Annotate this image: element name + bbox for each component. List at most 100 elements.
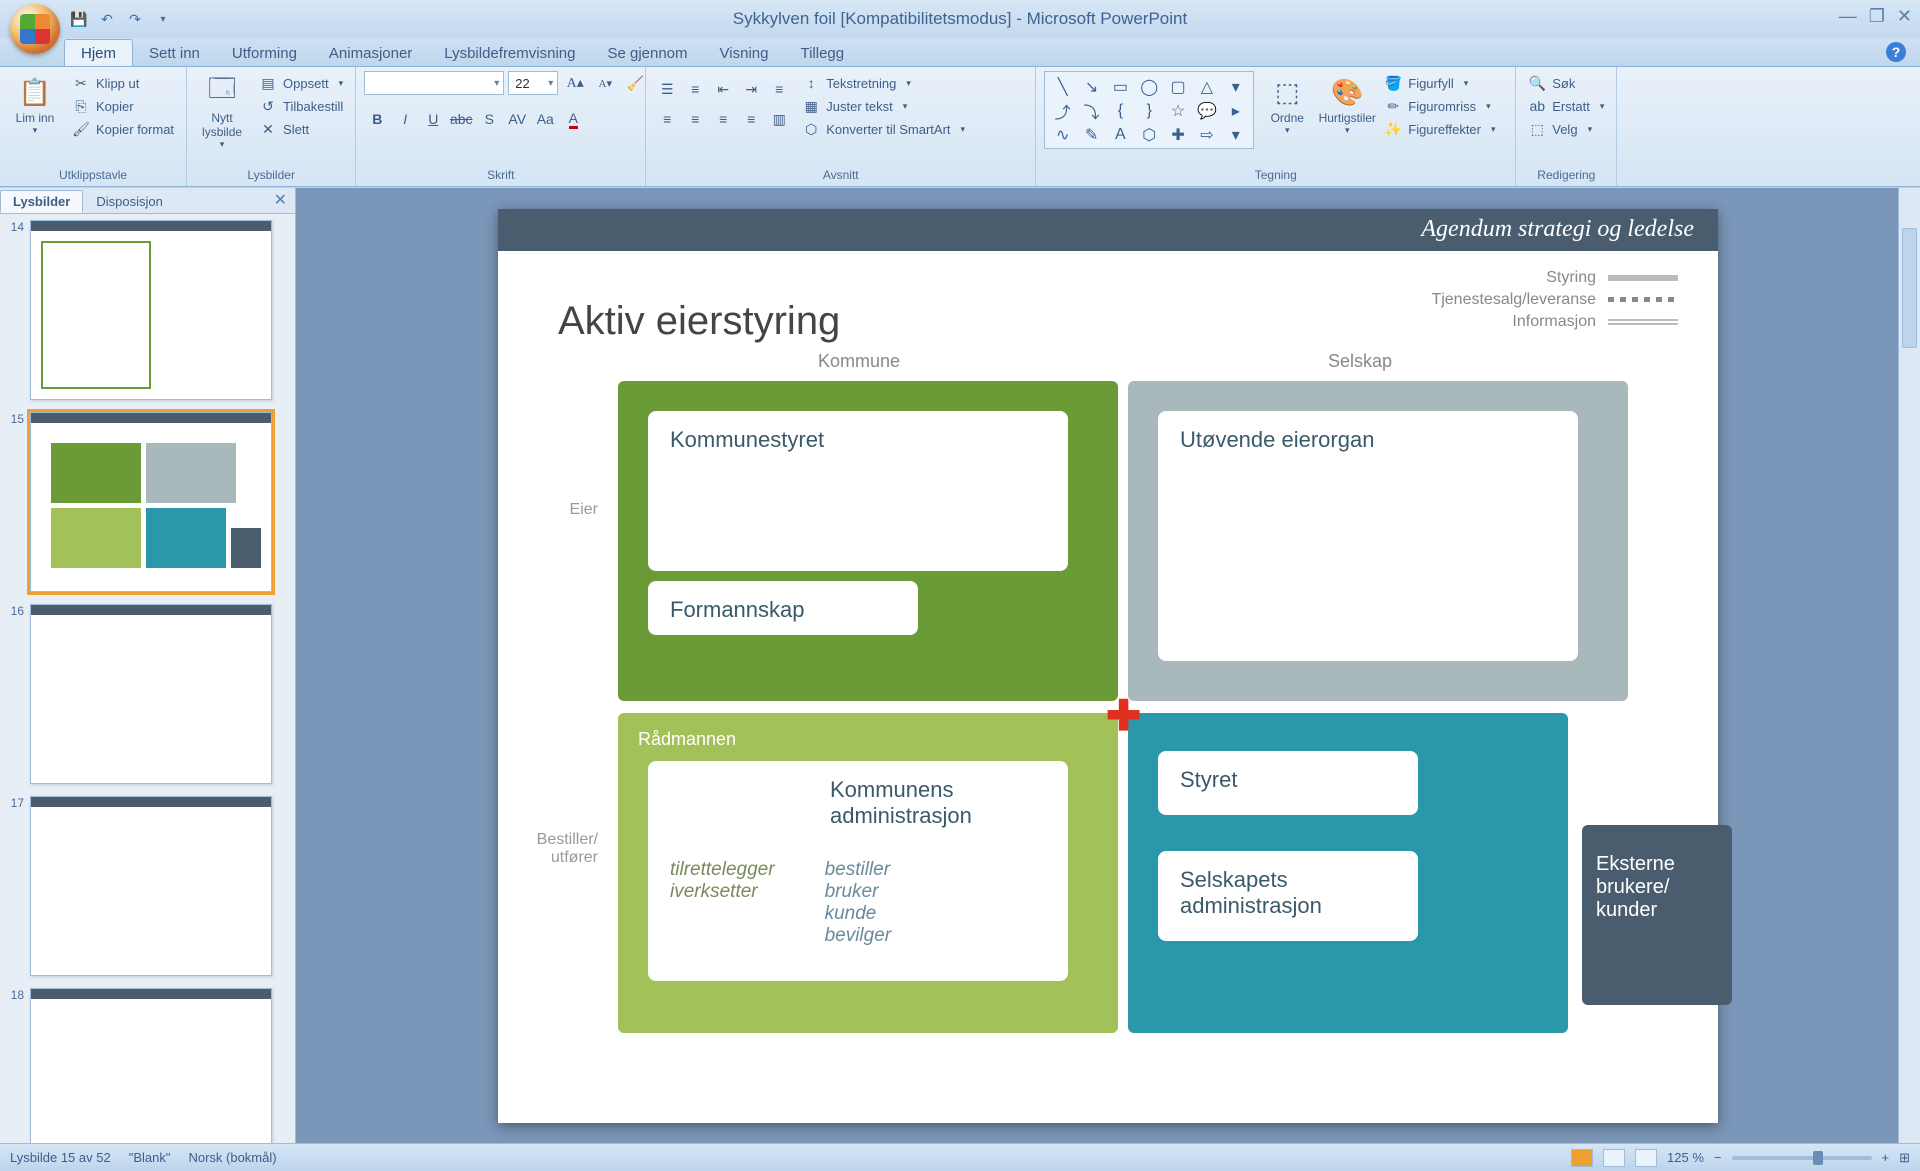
layout-button[interactable]: ▤Oppsett▾ — [255, 73, 347, 93]
fit-window-button[interactable]: ⊞ — [1899, 1150, 1910, 1166]
save-icon[interactable]: 💾 — [70, 10, 88, 28]
shape-line-icon[interactable]: ╲ — [1049, 76, 1076, 98]
zoom-slider[interactable] — [1732, 1156, 1872, 1160]
font-size-combo[interactable]: 22 — [508, 71, 558, 95]
align-center-button[interactable]: ≡ — [682, 107, 708, 131]
thumbnail[interactable]: 14 — [4, 220, 291, 400]
columns-button[interactable]: ▥ — [766, 107, 792, 131]
quick-styles-button[interactable]: 🎨Hurtigstiler▾ — [1320, 71, 1374, 140]
language-indicator[interactable]: Norsk (bokmål) — [188, 1150, 276, 1165]
label-eier[interactable]: Eier — [518, 501, 598, 519]
minimize-button[interactable]: — — [1839, 6, 1857, 27]
shape-connector-icon[interactable]: ⤴ — [1049, 100, 1076, 122]
box-eksterne[interactable]: Eksterne brukere/ kunder — [1582, 825, 1732, 1005]
box-kommunens-admin[interactable]: Kommunens administrasjon tilrettelegger … — [648, 761, 1068, 981]
underline-button[interactable]: U — [420, 107, 446, 131]
shape-triangle-icon[interactable]: △ — [1194, 76, 1221, 98]
tab-animasjoner[interactable]: Animasjoner — [313, 40, 428, 66]
thumbnail[interactable]: 17 — [4, 796, 291, 976]
slideshow-view-button[interactable] — [1635, 1149, 1657, 1167]
thumbnail[interactable]: 18 — [4, 988, 291, 1143]
label-radmannen[interactable]: Rådmannen — [638, 729, 736, 750]
normal-view-button[interactable] — [1571, 1149, 1593, 1167]
tab-se-gjennom[interactable]: Se gjennom — [591, 40, 703, 66]
italic-button[interactable]: I — [392, 107, 418, 131]
line-spacing-button[interactable]: ≡ — [766, 77, 792, 101]
shape-elbow-icon[interactable]: ⤵ — [1078, 100, 1105, 122]
justify-button[interactable]: ≡ — [738, 107, 764, 131]
legend[interactable]: Styring Tjenestesalg/leveranse Informasj… — [1431, 269, 1678, 335]
smartart-button[interactable]: ⬡Konverter til SmartArt▾ — [798, 119, 969, 139]
tab-visning[interactable]: Visning — [704, 40, 785, 66]
help-icon[interactable]: ? — [1886, 42, 1906, 62]
qat-dropdown-icon[interactable]: ▾ — [154, 10, 172, 28]
shape-brace2-icon[interactable]: } — [1136, 100, 1163, 122]
box-selskapets-admin[interactable]: Selskapets administrasjon — [1158, 851, 1418, 941]
font-color-button[interactable]: A — [560, 107, 586, 131]
shape-cross-icon[interactable]: ✚ — [1165, 124, 1192, 146]
replace-button[interactable]: abErstatt▾ — [1524, 96, 1608, 116]
slide-editor[interactable]: Agendum strategi og ledelse Aktiv eierst… — [296, 188, 1920, 1143]
font-family-combo[interactable] — [364, 71, 504, 95]
shape-rect-icon[interactable]: ▭ — [1107, 76, 1134, 98]
zoom-percent[interactable]: 125 % — [1667, 1150, 1704, 1165]
thumbnail[interactable]: 15 — [4, 412, 291, 592]
tab-sett-inn[interactable]: Sett inn — [133, 40, 216, 66]
decrease-indent-button[interactable]: ⇤ — [710, 77, 736, 101]
box-styret[interactable]: Styret — [1158, 751, 1418, 815]
undo-icon[interactable]: ↶ — [98, 10, 116, 28]
shape-curve-icon[interactable]: ∿ — [1049, 124, 1076, 146]
panel-tab-outline[interactable]: Disposisjon — [83, 190, 175, 213]
shapes-gallery[interactable]: ╲↘▭◯▢△▾ ⤴⤵{}☆💬▸ ∿✎A⬡✚⇨▾ — [1044, 71, 1254, 149]
tab-lysbildefremvisning[interactable]: Lysbildefremvisning — [428, 40, 591, 66]
shape-text-icon[interactable]: A — [1107, 124, 1134, 146]
shape-arrow2-icon[interactable]: ⇨ — [1194, 124, 1221, 146]
shape-down-icon[interactable]: ▾ — [1222, 124, 1249, 146]
shape-star-icon[interactable]: ☆ — [1165, 100, 1192, 122]
slide-title[interactable]: Aktiv eierstyring — [558, 299, 840, 344]
shape-hex-icon[interactable]: ⬡ — [1136, 124, 1163, 146]
tab-hjem[interactable]: Hjem — [64, 39, 133, 66]
delete-slide-button[interactable]: ✕Slett — [255, 119, 347, 139]
zoom-out-button[interactable]: − — [1714, 1150, 1722, 1165]
cut-button[interactable]: ✂Klipp ut — [68, 73, 178, 93]
scrollbar-thumb[interactable] — [1902, 228, 1917, 348]
box-formannskap[interactable]: Formannskap — [648, 581, 918, 635]
box-kommunestyret[interactable]: Kommunestyret — [648, 411, 1068, 571]
text-direction-button[interactable]: ↕Tekstretning▾ — [798, 73, 969, 93]
align-left-button[interactable]: ≡ — [654, 107, 680, 131]
slide-canvas[interactable]: Agendum strategi og ledelse Aktiv eierst… — [498, 209, 1718, 1123]
thumbnail[interactable]: 16 — [4, 604, 291, 784]
zoom-in-button[interactable]: + — [1882, 1150, 1890, 1165]
redo-icon[interactable]: ↷ — [126, 10, 144, 28]
shrink-font-button[interactable]: A▾ — [592, 71, 618, 95]
vertical-scrollbar[interactable] — [1898, 188, 1920, 1143]
change-case-button[interactable]: Aa — [532, 107, 558, 131]
shape-more-icon[interactable]: ▾ — [1222, 76, 1249, 98]
diagram[interactable]: Kommune Selskap Eier Bestiller/ utfører … — [538, 351, 1678, 1083]
shape-outline-button[interactable]: ✏Figuromriss▾ — [1380, 96, 1499, 116]
shape-oval-icon[interactable]: ◯ — [1136, 76, 1163, 98]
thumbnails-list[interactable]: 14 15 16 17 18 — [0, 214, 295, 1143]
shape-brace-icon[interactable]: { — [1107, 100, 1134, 122]
shape-fill-button[interactable]: 🪣Figurfyll▾ — [1380, 73, 1499, 93]
char-spacing-button[interactable]: AV — [504, 107, 530, 131]
bold-button[interactable]: B — [364, 107, 390, 131]
restore-button[interactable]: ❐ — [1869, 6, 1885, 27]
clear-format-button[interactable]: 🧹 — [622, 71, 648, 95]
shadow-button[interactable]: S — [476, 107, 502, 131]
new-slide-button[interactable]: 🗔 Nytt lysbilde ▾ — [195, 71, 249, 154]
format-painter-button[interactable]: 🖌Kopier format — [68, 119, 178, 139]
increase-indent-button[interactable]: ⇥ — [738, 77, 764, 101]
bullets-button[interactable]: ☰ — [654, 77, 680, 101]
close-button[interactable]: ✕ — [1897, 6, 1912, 27]
tab-tillegg[interactable]: Tillegg — [784, 40, 860, 66]
strike-button[interactable]: abc — [448, 107, 474, 131]
align-text-button[interactable]: ▦Juster tekst▾ — [798, 96, 969, 116]
shape-effects-button[interactable]: ✨Figureffekter▾ — [1380, 119, 1499, 139]
panel-close-button[interactable]: ✕ — [266, 187, 295, 213]
copy-button[interactable]: ⎘Kopier — [68, 96, 178, 116]
panel-tab-slides[interactable]: Lysbilder — [0, 190, 83, 213]
label-selskap[interactable]: Selskap — [1328, 351, 1392, 372]
shape-rrect-icon[interactable]: ▢ — [1165, 76, 1192, 98]
